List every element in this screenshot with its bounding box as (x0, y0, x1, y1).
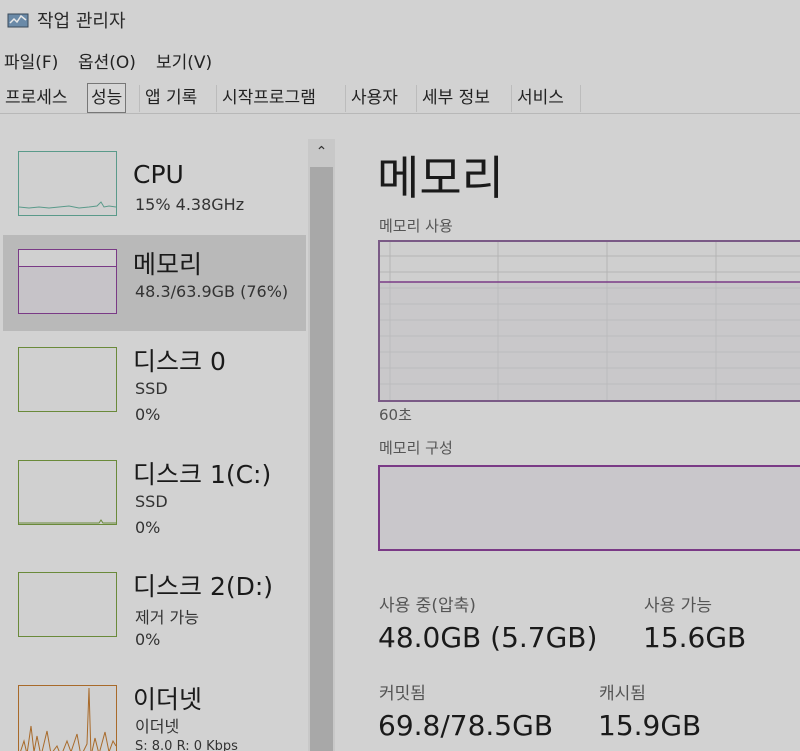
memory-usage-graph (378, 240, 800, 402)
tab-processes[interactable]: 프로세스 (2, 84, 71, 112)
sidebar-cpu-usage: 15% 4.38GHz (135, 195, 245, 214)
sidebar-cpu-title: CPU (133, 160, 184, 189)
sidebar-ethernet-throughput: S: 8.0 R: 0 Kbps (135, 739, 238, 751)
memory-usage-fill (380, 282, 800, 400)
tab-divider (0, 113, 800, 114)
cached-label: 캐시됨 (599, 684, 646, 704)
scroll-up-arrow-icon[interactable]: ⌃ (308, 139, 335, 165)
page-title: 메모리 (377, 151, 504, 205)
menu-file[interactable]: 파일(F) (4, 48, 58, 73)
menu-options[interactable]: 옵션(O) (78, 48, 136, 73)
sidebar-disk1-type: SSD (135, 492, 168, 511)
available-value: 15.6GB (643, 621, 747, 654)
sidebar-disk2-usage: 0% (135, 630, 161, 649)
sidebar-scrollbar[interactable]: ⌃ (308, 139, 335, 751)
tab-separator (580, 85, 581, 112)
memory-composition-bar (378, 465, 800, 551)
ethernet-sparkline (20, 687, 116, 751)
sidebar-disk1-title: 디스크 1(C:) (133, 460, 272, 489)
sidebar-item-disk1[interactable]: 디스크 1(C:) SSD 0% (3, 448, 306, 558)
sidebar-memory-title: 메모리 (133, 250, 203, 279)
tab-services[interactable]: 서비스 (514, 84, 567, 112)
memory-composition-label: 메모리 구성 (379, 439, 453, 457)
task-manager-icon (7, 13, 29, 28)
memory-fill (19, 266, 116, 313)
in-use-label: 사용 중(압축) (379, 596, 476, 616)
scrollbar-thumb[interactable] (310, 167, 333, 751)
window-title: 작업 관리자 (37, 11, 126, 32)
cpu-sparkline (19, 201, 116, 209)
disk1-sparkline (19, 519, 116, 524)
sidebar-disk0-usage: 0% (135, 405, 161, 424)
tab-separator (416, 85, 417, 112)
memory-thumbnail-graph (18, 249, 117, 314)
performance-sidebar: CPU 15% 4.38GHz 메모리 48.3/63.9GB (76%) 디스… (0, 130, 335, 751)
committed-value: 69.8/78.5GB (378, 709, 554, 742)
tab-separator (345, 85, 346, 112)
sidebar-item-disk2[interactable]: 디스크 2(D:) 제거 가능 0% (3, 560, 306, 670)
disk0-thumbnail-graph (18, 347, 117, 412)
time-span-label: 60초 (379, 406, 412, 424)
sidebar-disk1-usage: 0% (135, 518, 161, 537)
tab-users[interactable]: 사용자 (348, 84, 401, 112)
cached-value: 15.9GB (598, 709, 702, 742)
sidebar-memory-usage: 48.3/63.9GB (76%) (135, 282, 289, 301)
ethernet-thumbnail-graph (18, 685, 117, 751)
sidebar-disk0-title: 디스크 0 (133, 347, 226, 376)
disk1-thumbnail-graph (18, 460, 117, 525)
available-label: 사용 가능 (644, 596, 712, 616)
in-use-value: 48.0GB (5.7GB) (378, 621, 598, 654)
memory-usage-label: 메모리 사용 (379, 217, 453, 235)
tab-performance[interactable]: 성능 (87, 83, 127, 113)
sidebar-disk0-type: SSD (135, 379, 168, 398)
memory-usage-gridlines (380, 242, 800, 400)
sidebar-item-ethernet[interactable]: 이더넷 이더넷 S: 8.0 R: 0 Kbps (3, 673, 306, 751)
committed-label: 커밋됨 (379, 684, 426, 704)
task-manager-window: 작업 관리자 파일(F) 옵션(O) 보기(V) 프로세스 성능 앱 기록 시작… (0, 0, 800, 751)
sidebar-item-memory[interactable]: 메모리 48.3/63.9GB (76%) (3, 235, 306, 331)
tab-separator (216, 85, 217, 112)
tab-details[interactable]: 세부 정보 (419, 84, 493, 112)
tab-app-history[interactable]: 앱 기록 (142, 84, 200, 112)
tab-separator (511, 85, 512, 112)
sidebar-item-cpu[interactable]: CPU 15% 4.38GHz (3, 140, 306, 232)
sidebar-disk2-type: 제거 가능 (135, 608, 199, 627)
title-bar: 작업 관리자 (0, 0, 800, 38)
tab-separator (139, 85, 140, 112)
menu-view[interactable]: 보기(V) (156, 48, 212, 73)
tab-bar: 프로세스 성능 앱 기록 시작프로그램 사용자 세부 정보 서비스 (0, 82, 800, 114)
sidebar-item-disk0[interactable]: 디스크 0 SSD 0% (3, 335, 306, 445)
cpu-thumbnail-graph (18, 151, 117, 216)
sidebar-ethernet-title: 이더넷 (133, 685, 203, 714)
sidebar-ethernet-name: 이더넷 (135, 717, 180, 736)
tab-startup[interactable]: 시작프로그램 (219, 84, 319, 112)
sidebar-disk2-title: 디스크 2(D:) (133, 572, 274, 601)
disk2-thumbnail-graph (18, 572, 117, 637)
